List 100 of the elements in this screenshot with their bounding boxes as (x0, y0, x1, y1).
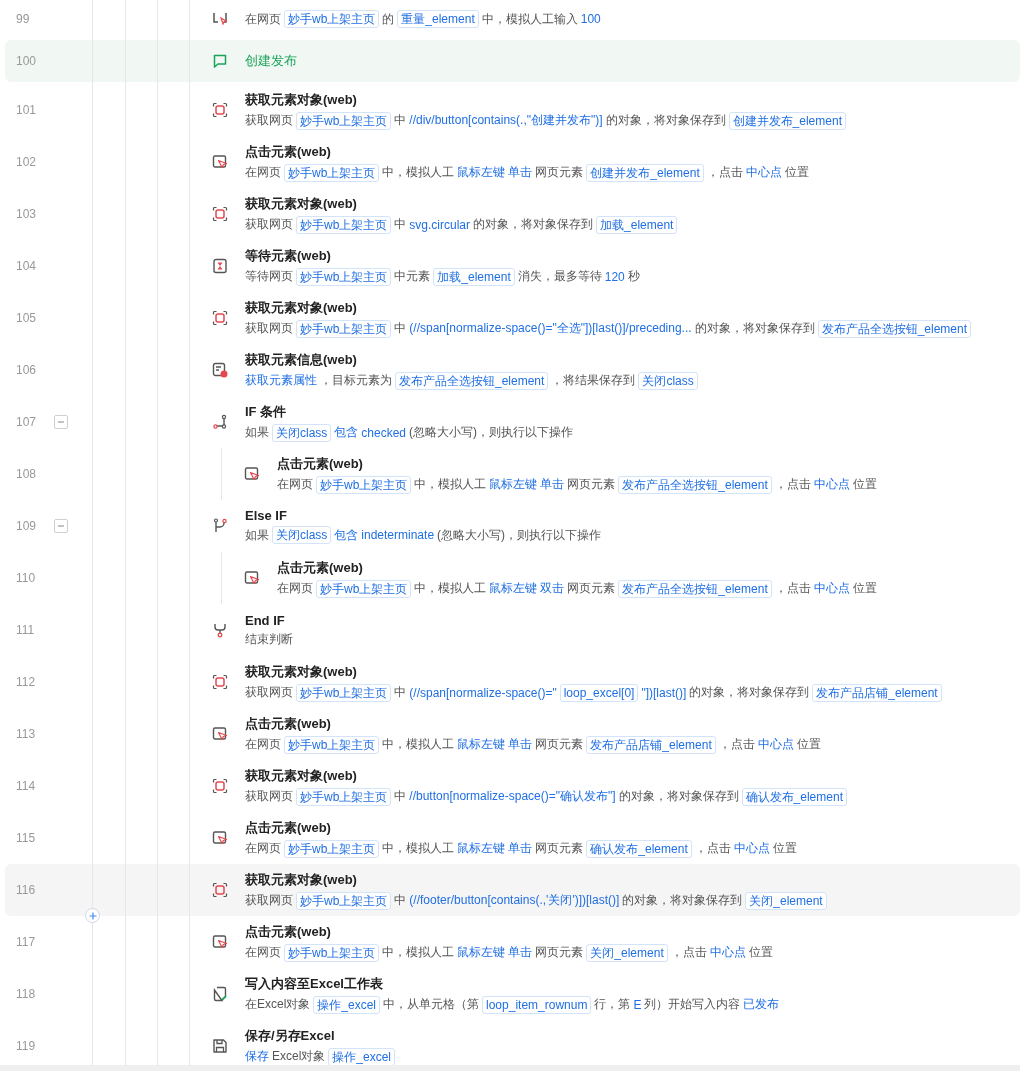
description-text: 中，模拟人工 (414, 476, 487, 493)
parameter-value: 单击 (508, 840, 533, 857)
parameter-value: 中心点 (813, 580, 850, 597)
step-row[interactable]: 111 End IF 结束判断 (5, 604, 1020, 656)
variable-tag: 发布产品店铺_element (812, 683, 942, 702)
element-frame-icon (212, 310, 228, 326)
parameter-value: 单击 (508, 736, 533, 753)
line-number: 101 (15, 103, 38, 117)
variable-tag: 加载_element (596, 215, 678, 234)
parameter-value: 中心点 (709, 944, 746, 961)
description-text: 位置 (852, 476, 877, 493)
description-text: 获取网页 (245, 684, 293, 701)
parameter-value: 鼠标左键 (457, 736, 506, 753)
description-text: 网页元素 (535, 944, 584, 961)
parameter-value: 120 (604, 269, 625, 284)
parameter-value: 单击 (508, 164, 533, 181)
step-row[interactable]: 112 获取元素对象(web) 获取网页 妙手wb上架主页 中 (//span[normalize-space()=" loop_excel[0] "])[last()] 的对象，将对象保存到 发布产品店铺_element (5, 656, 1020, 708)
step-row[interactable]: 113 点击元素(web) 在网页 妙手wb上架主页 中，模拟人工 鼠标左键 单击 网页元素 发布产品店铺_element ，点击 中心点 位置 (5, 708, 1020, 760)
line-number: 110 (15, 571, 37, 585)
variable-tag: 操作_excel (328, 1047, 396, 1066)
click-icon (212, 726, 228, 742)
description-text: 在网页 (245, 164, 281, 181)
line-number: 104 (15, 259, 38, 273)
variable-tag: 操作_excel (313, 995, 381, 1014)
step-title: 获取元素对象(web) (245, 194, 358, 213)
variable-tag: loop_excel[0] (559, 683, 639, 702)
step-title: Else IF (245, 508, 288, 523)
variable-tag: 妙手wb上架主页 (296, 111, 392, 130)
step-row[interactable]: 110 点击元素(web) 在网页 妙手wb上架主页 中，模拟人工 鼠标左键 双击 网页元素 发布产品全选按钮_element ，点击 中心点 位置 (5, 552, 1020, 604)
description-text: 中 (394, 216, 407, 233)
step-title: 获取元素对象(web) (245, 766, 358, 785)
step-row[interactable]: 115 点击元素(web) 在网页 妙手wb上架主页 中，模拟人工 鼠标左键 单击 网页元素 确认发布_element ，点击 中心点 位置 (5, 812, 1020, 864)
step-row[interactable]: 116 获取元素对象(web) 获取网页 妙手wb上架主页 中 (//footer/button[contains(.,'关闭')])[last()] 的对象，将对象保存到 关闭_element (5, 864, 1020, 916)
step-row[interactable]: 102 点击元素(web) 在网页 妙手wb上架主页 中，模拟人工 鼠标左键 单击 网页元素 创建并发布_element ，点击 中心点 位置 (5, 136, 1020, 188)
step-row[interactable]: 106 获取元素信息(web) 获取元素属性 ，目标元素为 发布产品全选按钮_element ，将结果保存到 关闭class (5, 344, 1020, 396)
line-number: 99 (15, 12, 31, 26)
step-row[interactable]: 118 写入内容至Excel工作表 在Excel对象 操作_excel 中，从单元格（第 loop_item_rownum 行，第 E 列）开始写入内容 已发布 (5, 968, 1020, 1020)
step-title: 点击元素(web) (245, 714, 332, 733)
collapse-button[interactable] (54, 519, 68, 533)
description-text: 获取网页 (245, 112, 293, 129)
parameter-value: 中心点 (733, 840, 770, 857)
variable-tag: 妙手wb上架主页 (296, 215, 392, 234)
parameter-value: 100 (580, 12, 601, 26)
parameter-value: //div/button[contains(.,"创建并发布")] (409, 112, 603, 129)
step-row[interactable]: 101 获取元素对象(web) 获取网页 妙手wb上架主页 中 //div/button[contains(.,"创建并发布")] 的对象，将对象保存到 创建并发布_element (5, 84, 1020, 136)
variable-tag: 确认发布_element (586, 839, 692, 858)
variable-tag: 发布产品全选按钮_element (618, 475, 772, 494)
step-row[interactable]: 105 获取元素对象(web) 获取网页 妙手wb上架主页 中 (//span[normalize-space()="全选"])[last()]/preceding... 的对象，将对象保存到 发布产品全选按钮_element (5, 292, 1020, 344)
element-frame-icon (212, 206, 228, 222)
description-text: 在网页 (277, 476, 313, 493)
parameter-value: checked (361, 425, 407, 440)
variable-tag: 妙手wb上架主页 (296, 267, 392, 286)
line-number: 113 (15, 727, 37, 741)
step-title: 点击元素(web) (277, 454, 364, 473)
step-row[interactable]: 99 在网页 妙手wb上架主页 的 重量_element 中，模拟人工输入 100 (5, 0, 1020, 38)
step-row[interactable]: 108 点击元素(web) 在网页 妙手wb上架主页 中，模拟人工 鼠标左键 单击 网页元素 发布产品全选按钮_element ，点击 中心点 位置 (5, 448, 1020, 500)
file-edit-icon (212, 986, 228, 1002)
description-text: (忽略大小写)，则执行以下操作 (437, 526, 602, 544)
click-icon (212, 154, 228, 170)
description-text: 位置 (784, 164, 809, 181)
click-icon (244, 466, 260, 482)
description-text: 的 (382, 10, 395, 28)
description-text: 网页元素 (567, 580, 616, 597)
description-text: 如果 (245, 526, 269, 544)
variable-tag: 加载_element (433, 267, 515, 286)
parameter-value: (//footer/button[contains(.,'关闭')])[last()] (409, 892, 620, 909)
parameter-value: 保存 (245, 1048, 269, 1065)
step-row[interactable]: 107 IF 条件 如果 关闭class 包含 checked (忽略大小写)，则执行以下操作 (5, 396, 1020, 448)
variable-tag: 妙手wb上架主页 (284, 839, 380, 858)
variable-tag: 重量_element (397, 10, 479, 28)
parameter-value: 获取元素属性 (245, 372, 317, 389)
step-title: 获取元素对象(web) (245, 870, 358, 889)
step-row[interactable]: 109 Else IF 如果 关闭class 包含 indeterminate (忽略大小写)，则执行以下操作 (5, 500, 1020, 552)
element-frame-icon (212, 778, 228, 794)
step-title: 点击元素(web) (245, 922, 332, 941)
parameter-value: 中心点 (757, 736, 794, 753)
description-text: 在Excel对象 (245, 996, 311, 1013)
parameter-value: 鼠标左键 (457, 944, 506, 961)
description-text: ，目标元素为 (320, 372, 392, 389)
description-text: 中，模拟人工输入 (481, 10, 578, 28)
step-row[interactable]: 104 等待元素(web) 等待网页 妙手wb上架主页 中元素 加载_element 消失，最多等待 120 秒 (5, 240, 1020, 292)
step-row[interactable]: 117 点击元素(web) 在网页 妙手wb上架主页 中，模拟人工 鼠标左键 单击 网页元素 关闭_element ，点击 中心点 位置 (5, 916, 1020, 968)
line-number: 100 (15, 54, 38, 68)
description-text: ，点击 (670, 944, 707, 961)
collapse-button[interactable] (54, 415, 68, 429)
description-text: 获取网页 (245, 892, 293, 909)
description-text: 在网页 (245, 840, 281, 857)
step-title: 点击元素(web) (277, 558, 364, 577)
step-title: 保存/另存Excel (245, 1026, 336, 1045)
branch-icon (212, 518, 228, 534)
parameter-value: 鼠标左键 (457, 164, 506, 181)
variable-tag: 妙手wb上架主页 (316, 579, 412, 598)
parameter-value: 鼠标左键 (489, 476, 538, 493)
hourglass-icon (212, 258, 228, 274)
description-text: 中，模拟人工 (382, 164, 455, 181)
step-row[interactable]: 103 获取元素对象(web) 获取网页 妙手wb上架主页 中 svg.circular 的对象，将对象保存到 加载_element (5, 188, 1020, 240)
description-text: 的对象，将对象保存到 (689, 684, 810, 701)
step-title: 写入内容至Excel工作表 (245, 974, 384, 993)
step-row[interactable]: 114 获取元素对象(web) 获取网页 妙手wb上架主页 中 //button[normalize-space()="确认发布"] 的对象，将对象保存到 确认发布_element (5, 760, 1020, 812)
description-text: 的对象，将对象保存到 (694, 320, 815, 337)
